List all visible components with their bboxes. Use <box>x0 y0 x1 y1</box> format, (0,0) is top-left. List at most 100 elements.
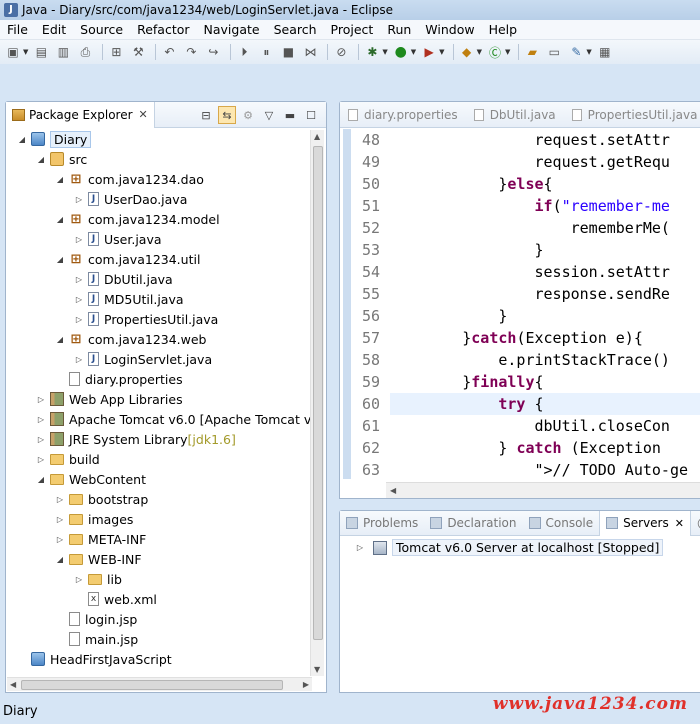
tree-item[interactable]: ▷ J UserDao.java <box>73 189 187 209</box>
tree-item[interactable]: ▷ J User.java <box>73 229 162 249</box>
collapse-arrow-icon[interactable]: ◢ <box>54 555 66 564</box>
code-line[interactable]: dbUtil.closeCon <box>390 415 700 437</box>
new-java-project-dropdown-icon[interactable]: ▼ <box>477 48 482 56</box>
build-icon[interactable]: ⚒ <box>129 43 147 61</box>
tab-javadoc[interactable]: @ Ja <box>691 511 700 536</box>
scroll-left-icon[interactable]: ◀ <box>10 680 16 689</box>
tree-item[interactable]: ▷ JRE System Library [jdk1.6] <box>35 429 236 449</box>
link-with-editor-icon[interactable]: ⇆ <box>218 106 236 124</box>
suspend-icon[interactable]: ⏸ <box>257 43 275 61</box>
disconnect-icon[interactable]: ⋈ <box>301 43 319 61</box>
redo-icon[interactable]: ↷ <box>182 43 200 61</box>
new-class-dropdown-icon[interactable]: ▼ <box>505 48 510 56</box>
menu-search[interactable]: Search <box>267 22 324 37</box>
tree-item[interactable]: ▷ J LoginServlet.java <box>73 349 212 369</box>
collapse-arrow-icon[interactable]: ◢ <box>54 215 66 224</box>
run-icon[interactable]: ● <box>392 43 410 61</box>
code-line[interactable]: session.setAttr <box>390 261 700 283</box>
collapse-arrow-icon[interactable]: ◢ <box>35 475 47 484</box>
skip-breakpoints-icon[interactable]: ⊘ <box>332 43 350 61</box>
tree-item[interactable]: main.jsp <box>54 629 138 649</box>
code-line[interactable]: } <box>390 239 700 261</box>
expand-arrow-icon[interactable]: ▷ <box>54 495 66 504</box>
save-icon[interactable]: ▤ <box>32 43 50 61</box>
external-tools-dropdown-icon[interactable]: ▼ <box>439 48 444 56</box>
tab-problems[interactable]: Problems <box>340 511 424 536</box>
code-line[interactable]: request.getRequ <box>390 151 700 173</box>
menu-run[interactable]: Run <box>380 22 418 37</box>
code-line[interactable]: e.printStackTrace() <box>390 349 700 371</box>
scrollbar-thumb[interactable] <box>21 680 283 690</box>
expand-arrow-icon[interactable]: ▷ <box>35 415 47 424</box>
tree-item[interactable]: diary.properties <box>54 369 183 389</box>
code-line[interactable]: }else{ <box>390 173 700 195</box>
tree-item[interactable]: ▷ build <box>35 449 100 469</box>
menu-file[interactable]: File <box>0 22 35 37</box>
new-dropdown-icon[interactable]: ▼ <box>23 48 28 56</box>
code-line[interactable]: } <box>390 305 700 327</box>
debug-dropdown-icon[interactable]: ▼ <box>382 48 387 56</box>
minimize-icon[interactable]: ▬ <box>281 106 299 124</box>
expand-arrow-icon[interactable]: ▷ <box>35 435 47 444</box>
code-line[interactable]: if("remember-me <box>390 195 700 217</box>
menu-edit[interactable]: Edit <box>35 22 73 37</box>
package-explorer-tab[interactable]: Package Explorer ✕ <box>6 101 155 128</box>
code-line[interactable]: response.sendRe <box>390 283 700 305</box>
tree-item[interactable]: ◢ ⊞ com.java1234.web <box>54 329 207 349</box>
menu-source[interactable]: Source <box>73 22 130 37</box>
menu-project[interactable]: Project <box>324 22 381 37</box>
code-line[interactable]: rememberMe( <box>390 217 700 239</box>
editor-horizontal-scrollbar[interactable]: ◀ <box>386 482 700 498</box>
scroll-up-icon[interactable]: ▲ <box>314 132 320 141</box>
scroll-right-icon[interactable]: ▶ <box>303 680 309 689</box>
close-icon[interactable]: ✕ <box>139 108 148 121</box>
tab-declaration[interactable]: Declaration <box>424 511 522 536</box>
external-tools-icon[interactable]: ▶ <box>420 43 438 61</box>
scroll-down-icon[interactable]: ▼ <box>314 665 320 674</box>
expand-arrow-icon[interactable]: ▷ <box>73 355 85 364</box>
expand-arrow-icon[interactable]: ▷ <box>354 543 366 552</box>
tree-item[interactable]: ◢ ⊞ com.java1234.model <box>54 209 220 229</box>
open-task-icon[interactable]: ▭ <box>545 43 563 61</box>
expand-arrow-icon[interactable]: ▷ <box>73 195 85 204</box>
menu-help[interactable]: Help <box>482 22 525 37</box>
code-line[interactable]: }finally{ <box>390 371 700 393</box>
step-icon[interactable]: ↪ <box>204 43 222 61</box>
save-all-icon[interactable]: ▥ <box>54 43 72 61</box>
resume-icon[interactable]: ⏵ <box>235 43 253 61</box>
tree-item[interactable]: ▷ J MD5Util.java <box>73 289 184 309</box>
print-icon[interactable]: ⎙ <box>76 43 94 61</box>
code-line[interactable]: }catch(Exception e){ <box>390 327 700 349</box>
tree-item[interactable]: ◢ src <box>35 149 87 169</box>
expand-arrow-icon[interactable]: ▷ <box>73 275 85 284</box>
editor-tab[interactable]: DbUtil.java <box>466 108 564 122</box>
tab-servers[interactable]: Servers ✕ <box>599 510 691 536</box>
tree-item[interactable]: ▷ images <box>54 509 134 529</box>
tree-item[interactable]: ▷ Apache Tomcat v6.0 [Apache Tomcat v6 <box>35 409 312 429</box>
tree-item[interactable]: ▷ META-INF <box>54 529 146 549</box>
undo-icon[interactable]: ↶ <box>160 43 178 61</box>
tab-console[interactable]: Console <box>523 511 600 536</box>
code-line[interactable]: } catch (Exception <box>390 437 700 459</box>
code-editor[interactable]: 48 49 50 51 52 53 54 55 56 57 58 59 60 61 62 63 request… <box>340 129 700 479</box>
expand-arrow-icon[interactable]: ▷ <box>35 455 47 464</box>
code-line[interactable]: request.setAttr <box>390 129 700 151</box>
collapse-arrow-icon[interactable]: ◢ <box>54 255 66 264</box>
open-folder-icon[interactable]: ▰ <box>523 43 541 61</box>
scrollbar-thumb[interactable] <box>313 146 323 640</box>
expand-arrow-icon[interactable]: ▷ <box>35 395 47 404</box>
tree-item[interactable]: ◢ ⊞ com.java1234.util <box>54 249 201 269</box>
tree-item[interactable]: x web.xml <box>73 589 157 609</box>
collapse-arrow-icon[interactable]: ◢ <box>35 155 47 164</box>
tree-item[interactable]: ▷ Web App Libraries <box>35 389 183 409</box>
code-text[interactable]: request.setAttr request.getRequ }else{ i… <box>390 129 700 479</box>
expand-arrow-icon[interactable]: ▷ <box>54 515 66 524</box>
horizontal-scrollbar[interactable]: ◀ ▶ <box>7 677 312 691</box>
tree-item[interactable]: ▷ J PropertiesUtil.java <box>73 309 218 329</box>
maximize-icon[interactable]: ☐ <box>302 106 320 124</box>
collapse-arrow-icon[interactable]: ◢ <box>54 335 66 344</box>
tree-item[interactable]: ◢ WebContent <box>35 469 146 489</box>
close-icon[interactable]: ✕ <box>675 517 684 530</box>
tree-item[interactable]: login.jsp <box>54 609 137 629</box>
run-dropdown-icon[interactable]: ▼ <box>411 48 416 56</box>
